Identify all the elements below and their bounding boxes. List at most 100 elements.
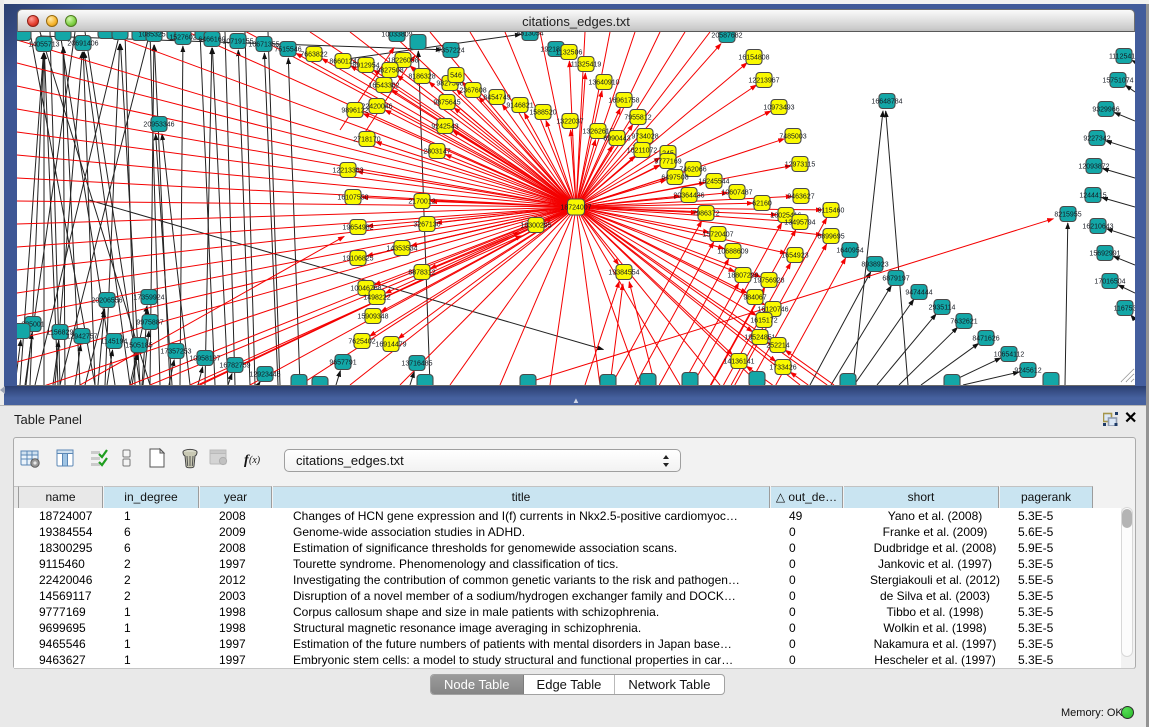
svg-text:9463627: 9463627 [787,194,814,201]
svg-text:3267130: 3267130 [413,222,440,229]
svg-text:11325419: 11325419 [571,62,602,69]
svg-text:1498222: 1498222 [363,295,390,302]
svg-text:15751074: 15751074 [1102,78,1133,85]
svg-text:9474444: 9474444 [905,290,932,297]
svg-text:1527602: 1527602 [169,35,196,42]
svg-text:11125419: 11125419 [1109,54,1135,61]
svg-text:252214: 252214 [766,343,789,350]
svg-text:9657791: 9657791 [329,360,356,367]
svg-text:16782759: 16782759 [219,363,250,370]
svg-text:16154808: 16154808 [738,55,769,62]
svg-text:7485003: 7485003 [779,134,806,141]
svg-text:14353534: 14353534 [386,246,417,253]
svg-text:1244415: 1244415 [1079,193,1106,200]
svg-text:62160: 62160 [752,201,772,208]
svg-text:17016504: 17016504 [1094,279,1125,286]
svg-text:17357253: 17357253 [160,349,191,356]
svg-text:9115460: 9115460 [818,208,845,215]
svg-text:20953346: 20953346 [143,122,174,129]
svg-text:14136141: 14136141 [723,359,754,366]
svg-text:2718170: 2718170 [353,137,380,144]
svg-text:13640910: 13640910 [588,80,619,87]
svg-text:12942757: 12942757 [66,334,97,341]
svg-text:7515546: 7515546 [274,47,301,54]
svg-text:16543382: 16543382 [368,83,399,90]
svg-text:6497508: 6497508 [661,175,688,182]
svg-text:16245544: 16245544 [698,179,729,186]
svg-text:8471626: 8471626 [972,336,999,343]
svg-text:16211072: 16211072 [627,148,658,155]
svg-text:8813054: 8813054 [516,32,543,38]
svg-text:16961758: 16961758 [608,98,639,105]
svg-text:16648784: 16648784 [871,99,902,106]
svg-text:1640954: 1640954 [836,248,863,255]
svg-text:984067: 984067 [743,295,766,302]
svg-text:14055713: 14055713 [28,42,59,49]
svg-text:12213383: 12213383 [332,168,363,175]
svg-text:19384554: 19384554 [608,270,639,277]
svg-text:19106825: 19106825 [342,256,373,263]
svg-text:8878312: 8878312 [408,270,435,277]
svg-text:9975887: 9975887 [136,320,163,327]
svg-text:10654112: 10654112 [994,352,1025,359]
svg-text:9146821: 9146821 [506,103,533,110]
svg-text:9329966: 9329966 [1092,107,1119,114]
svg-text:7986372: 7986372 [692,211,719,218]
svg-text:7625402: 7625402 [348,339,375,346]
svg-text:2935114: 2935114 [929,305,956,312]
svg-text:9227342: 9227342 [1083,136,1110,143]
svg-text:9875645: 9875645 [433,100,460,107]
svg-text:6879197: 6879197 [882,276,909,283]
svg-text:9777169: 9777169 [654,159,681,166]
svg-text:1505185: 1505185 [125,343,152,350]
svg-text:15909348: 15909348 [357,314,388,321]
svg-text:17359924: 17359924 [133,295,164,302]
svg-text:12973115: 12973115 [785,162,816,169]
svg-text:9734028: 9734028 [631,134,658,141]
svg-text:6899695: 6899695 [817,234,844,241]
svg-text:8186328: 8186328 [408,74,435,81]
svg-text:9896122: 9896122 [341,108,368,115]
svg-text:1322037: 1322037 [556,119,583,126]
svg-text:2803147: 2803147 [423,149,450,156]
svg-text:(x): (x) [249,455,261,466]
svg-text:10973493: 10973493 [763,105,794,112]
svg-text:10688609: 10688609 [717,249,748,256]
svg-text:16914479: 16914479 [375,342,406,349]
svg-text:116753: 116753 [1114,306,1135,313]
svg-text:9242543: 9242543 [431,124,458,131]
svg-text:19654982: 19654982 [342,225,373,232]
svg-text:1733426: 1733426 [769,365,796,372]
svg-text:8215955: 8215955 [1054,212,1081,219]
svg-text:8454749: 8454749 [483,95,510,102]
svg-text:13495794: 13495794 [784,220,815,227]
svg-text:15692991: 15692991 [1089,251,1120,258]
svg-text:7663822: 7663822 [300,52,327,59]
svg-text:18300295: 18300295 [520,223,551,230]
svg-text:1615172: 1615172 [750,318,777,325]
svg-text:20364436: 20364436 [673,193,704,200]
svg-text:1654923: 1654923 [781,253,808,260]
svg-text:2367608: 2367608 [459,88,486,95]
svg-text:12093872: 12093872 [1078,164,1109,171]
svg-text:15720407: 15720407 [702,232,733,239]
svg-text:10033809: 10033809 [381,32,412,39]
svg-text:16107550: 16107550 [337,195,368,202]
svg-text:10607487: 10607487 [721,190,752,197]
svg-text:13716485: 13716485 [401,361,432,368]
svg-text:12923446: 12923446 [249,372,280,379]
svg-text:1145194: 1145194 [101,339,128,346]
svg-text:20587682: 20587682 [711,33,742,40]
svg-text:546: 546 [450,73,462,80]
svg-text:16210643: 16210643 [1082,224,1113,231]
svg-text:2170012: 2170012 [408,199,435,206]
svg-text:8990443: 8990443 [603,136,630,143]
svg-text:10853257: 10853257 [138,32,169,39]
svg-text:20206556: 20206556 [91,298,122,305]
svg-text:1132506: 1132506 [556,50,583,57]
svg-text:7357224: 7357224 [437,48,464,55]
svg-text:20691406: 20691406 [67,41,98,48]
svg-text:12213967: 12213967 [748,78,779,85]
svg-text:1588520: 1588520 [529,110,556,117]
svg-text:19756928: 19756928 [753,278,784,285]
